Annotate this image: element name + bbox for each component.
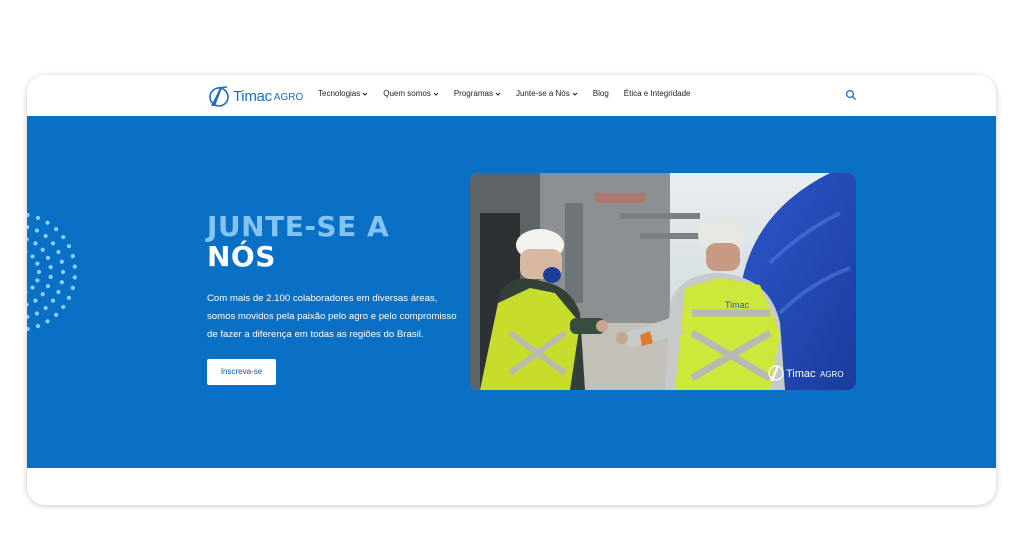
brand-logo[interactable]: Timac AGRO [207,83,303,109]
decorative-dot [61,234,66,240]
search-button[interactable] [845,89,857,101]
decorative-dot [33,241,38,246]
decorative-dot [27,314,30,319]
decorative-dot [72,264,77,269]
hero-section: JUNTE-SE A NÓS Com mais de 2.100 colabor… [27,116,996,468]
decorative-dot [40,247,45,252]
nav-item-quem-somos[interactable]: Quem somos [383,89,439,98]
workers-photo: Timac Timac AGRO [470,173,856,390]
decorative-dot [43,233,48,239]
decorative-dot [35,215,41,221]
decorative-dot [66,295,72,300]
nav-item-label: Programas [453,89,493,98]
page-card: Timac AGRO Tecnologias Quem somos Progra… [27,75,996,505]
decorative-dot [70,285,75,290]
decorative-dot [50,298,56,303]
decorative-dot [36,269,42,275]
decorative-dot [27,225,30,230]
hero-photo: Timac Timac AGRO [470,173,856,390]
nav-item-tecnologias[interactable]: Tecnologias [318,89,368,98]
nav-item-label: Blog [592,89,609,98]
decorative-dot [56,289,61,295]
decorative-dot [35,261,40,266]
watermark-sub: AGRO [820,370,844,379]
nav-item-label: Quem somos [383,89,431,98]
nav-item-label: Tecnologias [318,89,361,98]
decorative-dot [70,254,75,259]
decorative-dot [30,285,35,290]
decorative-dot [40,292,45,297]
brand-sub: AGRO [273,92,304,103]
watermark-name: Timac [786,368,816,380]
decorative-dot [48,274,53,279]
decorative-dot [60,269,66,275]
decorative-dot [72,275,77,280]
main-nav: Tecnologias Quem somos Programas Junte-s… [318,89,706,98]
hero-description: Com mais de 2.100 colaboradores em diver… [207,293,457,340]
nav-item-label: Ética e Integridade [623,89,691,98]
decorative-dot [35,323,41,329]
timac-logo-icon [209,86,229,107]
decorative-dot [45,220,50,225]
decorative-dot [27,302,29,307]
decorative-dot [34,311,40,316]
decorative-dot [53,227,59,232]
decorative-dot [27,290,28,294]
decorative-dot [45,255,51,260]
chevron-down-icon [572,92,578,96]
nav-item-junte-se[interactable]: Junte-se a Nós [516,89,578,98]
decorative-dot [27,326,30,332]
hero-title: JUNTE-SE A NÓS [207,212,467,272]
decorative-dots-icon [27,212,77,332]
decorative-dot [45,319,50,324]
nav-item-programas[interactable]: Programas [454,89,501,98]
decorative-dot [61,304,66,310]
decorative-dot [45,284,51,289]
search-icon [845,89,856,100]
decorative-dot [35,278,40,283]
decorative-dot [43,305,48,311]
decorative-dot [33,298,38,303]
chevron-down-icon [433,92,439,96]
decorative-dot [27,250,28,254]
decorative-dot [59,280,64,285]
decorative-dot [53,312,59,317]
decorative-dot [56,249,61,255]
decorative-dot [50,241,56,246]
nav-item-label: Junte-se a Nós [515,89,570,98]
hero-title-line1: JUNTE-SE A [207,210,390,243]
decorative-dot [66,244,72,249]
nav-item-blog[interactable]: Blog [593,89,609,98]
decorative-dot [27,237,29,242]
decorative-dot [30,254,35,259]
chevron-down-icon [495,92,501,96]
decorative-dot [34,228,40,233]
decorative-dot [59,259,64,264]
hero-title-line2: NÓS [207,240,276,273]
top-navbar: Timac AGRO Tecnologias Quem somos Progra… [27,75,996,116]
nav-item-etica[interactable]: Ética e Integridade [624,89,691,98]
decorative-dot [48,265,53,270]
decorative-dot [27,212,30,218]
brand-name: Timac [233,87,272,105]
chevron-down-icon [362,92,368,96]
subscribe-button[interactable]: Inscreva-se [207,359,276,385]
vest-logo-text: Timac [725,300,750,310]
